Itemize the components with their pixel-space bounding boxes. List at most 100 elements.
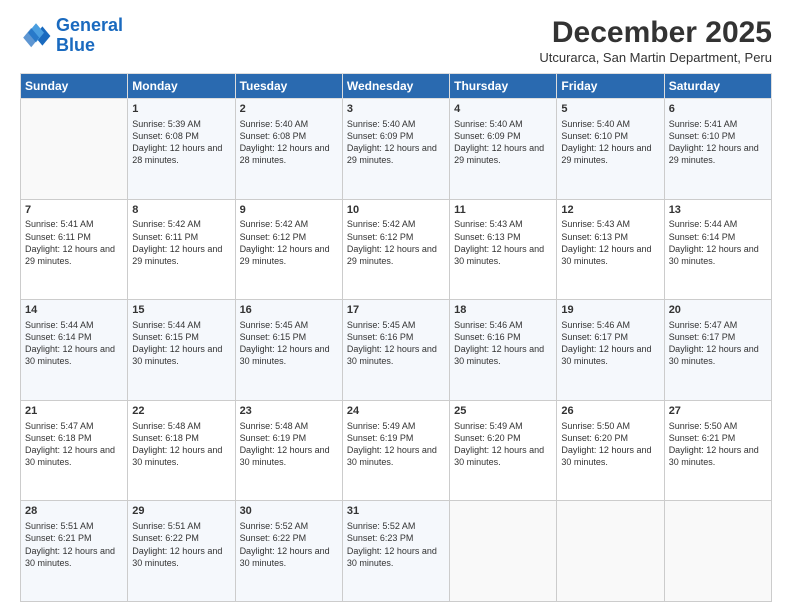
logo-text: General Blue <box>56 16 123 56</box>
day-info: Sunrise: 5:44 AM Sunset: 6:15 PM Dayligh… <box>132 319 230 368</box>
calendar-table: Sunday Monday Tuesday Wednesday Thursday… <box>20 73 772 602</box>
day-number: 21 <box>25 404 123 419</box>
day-number: 29 <box>132 504 230 519</box>
day-info: Sunrise: 5:48 AM Sunset: 6:19 PM Dayligh… <box>240 420 338 469</box>
day-info: Sunrise: 5:52 AM Sunset: 6:22 PM Dayligh… <box>240 520 338 569</box>
day-info: Sunrise: 5:39 AM Sunset: 6:08 PM Dayligh… <box>132 118 230 167</box>
table-row <box>21 99 128 200</box>
day-info: Sunrise: 5:45 AM Sunset: 6:15 PM Dayligh… <box>240 319 338 368</box>
table-row: 11Sunrise: 5:43 AM Sunset: 6:13 PM Dayli… <box>450 199 557 300</box>
day-info: Sunrise: 5:47 AM Sunset: 6:18 PM Dayligh… <box>25 420 123 469</box>
col-tuesday: Tuesday <box>235 74 342 99</box>
table-row: 4Sunrise: 5:40 AM Sunset: 6:09 PM Daylig… <box>450 99 557 200</box>
table-row: 2Sunrise: 5:40 AM Sunset: 6:08 PM Daylig… <box>235 99 342 200</box>
day-number: 27 <box>669 404 767 419</box>
col-friday: Friday <box>557 74 664 99</box>
day-number: 11 <box>454 203 552 218</box>
location-title: Utcurarca, San Martin Department, Peru <box>539 50 772 65</box>
day-info: Sunrise: 5:42 AM Sunset: 6:11 PM Dayligh… <box>132 218 230 267</box>
day-number: 19 <box>561 303 659 318</box>
table-row: 27Sunrise: 5:50 AM Sunset: 6:21 PM Dayli… <box>664 400 771 501</box>
table-row: 12Sunrise: 5:43 AM Sunset: 6:13 PM Dayli… <box>557 199 664 300</box>
day-number: 2 <box>240 102 338 117</box>
day-number: 31 <box>347 504 445 519</box>
page: General Blue December 2025 Utcurarca, Sa… <box>0 0 792 612</box>
calendar-week-row: 28Sunrise: 5:51 AM Sunset: 6:21 PM Dayli… <box>21 501 772 602</box>
day-number: 24 <box>347 404 445 419</box>
table-row: 25Sunrise: 5:49 AM Sunset: 6:20 PM Dayli… <box>450 400 557 501</box>
day-number: 6 <box>669 102 767 117</box>
day-number: 10 <box>347 203 445 218</box>
day-number: 4 <box>454 102 552 117</box>
day-info: Sunrise: 5:46 AM Sunset: 6:16 PM Dayligh… <box>454 319 552 368</box>
logo: General Blue <box>20 16 123 56</box>
logo-icon <box>20 20 52 52</box>
day-info: Sunrise: 5:46 AM Sunset: 6:17 PM Dayligh… <box>561 319 659 368</box>
day-number: 17 <box>347 303 445 318</box>
day-info: Sunrise: 5:47 AM Sunset: 6:17 PM Dayligh… <box>669 319 767 368</box>
table-row: 15Sunrise: 5:44 AM Sunset: 6:15 PM Dayli… <box>128 300 235 401</box>
day-number: 13 <box>669 203 767 218</box>
table-row: 21Sunrise: 5:47 AM Sunset: 6:18 PM Dayli… <box>21 400 128 501</box>
day-number: 16 <box>240 303 338 318</box>
day-info: Sunrise: 5:50 AM Sunset: 6:21 PM Dayligh… <box>669 420 767 469</box>
table-row: 23Sunrise: 5:48 AM Sunset: 6:19 PM Dayli… <box>235 400 342 501</box>
table-row: 14Sunrise: 5:44 AM Sunset: 6:14 PM Dayli… <box>21 300 128 401</box>
day-number: 7 <box>25 203 123 218</box>
col-saturday: Saturday <box>664 74 771 99</box>
day-info: Sunrise: 5:41 AM Sunset: 6:10 PM Dayligh… <box>669 118 767 167</box>
day-number: 15 <box>132 303 230 318</box>
calendar-week-row: 21Sunrise: 5:47 AM Sunset: 6:18 PM Dayli… <box>21 400 772 501</box>
table-row: 16Sunrise: 5:45 AM Sunset: 6:15 PM Dayli… <box>235 300 342 401</box>
day-number: 12 <box>561 203 659 218</box>
day-info: Sunrise: 5:51 AM Sunset: 6:21 PM Dayligh… <box>25 520 123 569</box>
day-info: Sunrise: 5:40 AM Sunset: 6:10 PM Dayligh… <box>561 118 659 167</box>
table-row: 1Sunrise: 5:39 AM Sunset: 6:08 PM Daylig… <box>128 99 235 200</box>
table-row: 24Sunrise: 5:49 AM Sunset: 6:19 PM Dayli… <box>342 400 449 501</box>
col-thursday: Thursday <box>450 74 557 99</box>
table-row: 10Sunrise: 5:42 AM Sunset: 6:12 PM Dayli… <box>342 199 449 300</box>
day-info: Sunrise: 5:42 AM Sunset: 6:12 PM Dayligh… <box>240 218 338 267</box>
day-info: Sunrise: 5:51 AM Sunset: 6:22 PM Dayligh… <box>132 520 230 569</box>
day-number: 20 <box>669 303 767 318</box>
table-row: 8Sunrise: 5:42 AM Sunset: 6:11 PM Daylig… <box>128 199 235 300</box>
table-row: 18Sunrise: 5:46 AM Sunset: 6:16 PM Dayli… <box>450 300 557 401</box>
day-info: Sunrise: 5:48 AM Sunset: 6:18 PM Dayligh… <box>132 420 230 469</box>
day-number: 25 <box>454 404 552 419</box>
day-info: Sunrise: 5:50 AM Sunset: 6:20 PM Dayligh… <box>561 420 659 469</box>
table-row: 26Sunrise: 5:50 AM Sunset: 6:20 PM Dayli… <box>557 400 664 501</box>
day-info: Sunrise: 5:43 AM Sunset: 6:13 PM Dayligh… <box>454 218 552 267</box>
table-row: 9Sunrise: 5:42 AM Sunset: 6:12 PM Daylig… <box>235 199 342 300</box>
calendar-week-row: 14Sunrise: 5:44 AM Sunset: 6:14 PM Dayli… <box>21 300 772 401</box>
day-number: 5 <box>561 102 659 117</box>
col-monday: Monday <box>128 74 235 99</box>
day-info: Sunrise: 5:40 AM Sunset: 6:08 PM Dayligh… <box>240 118 338 167</box>
table-row <box>450 501 557 602</box>
table-row: 29Sunrise: 5:51 AM Sunset: 6:22 PM Dayli… <box>128 501 235 602</box>
day-info: Sunrise: 5:49 AM Sunset: 6:20 PM Dayligh… <box>454 420 552 469</box>
table-row: 17Sunrise: 5:45 AM Sunset: 6:16 PM Dayli… <box>342 300 449 401</box>
month-title: December 2025 <box>539 16 772 50</box>
logo-line2: Blue <box>56 35 95 55</box>
day-info: Sunrise: 5:40 AM Sunset: 6:09 PM Dayligh… <box>454 118 552 167</box>
day-number: 3 <box>347 102 445 117</box>
day-number: 18 <box>454 303 552 318</box>
table-row <box>557 501 664 602</box>
day-info: Sunrise: 5:42 AM Sunset: 6:12 PM Dayligh… <box>347 218 445 267</box>
day-info: Sunrise: 5:41 AM Sunset: 6:11 PM Dayligh… <box>25 218 123 267</box>
day-number: 30 <box>240 504 338 519</box>
table-row: 5Sunrise: 5:40 AM Sunset: 6:10 PM Daylig… <box>557 99 664 200</box>
table-row: 13Sunrise: 5:44 AM Sunset: 6:14 PM Dayli… <box>664 199 771 300</box>
day-info: Sunrise: 5:40 AM Sunset: 6:09 PM Dayligh… <box>347 118 445 167</box>
table-row: 31Sunrise: 5:52 AM Sunset: 6:23 PM Dayli… <box>342 501 449 602</box>
day-number: 22 <box>132 404 230 419</box>
logo-line1: General <box>56 15 123 35</box>
table-row: 6Sunrise: 5:41 AM Sunset: 6:10 PM Daylig… <box>664 99 771 200</box>
calendar-week-row: 7Sunrise: 5:41 AM Sunset: 6:11 PM Daylig… <box>21 199 772 300</box>
day-info: Sunrise: 5:45 AM Sunset: 6:16 PM Dayligh… <box>347 319 445 368</box>
day-number: 9 <box>240 203 338 218</box>
header: General Blue December 2025 Utcurarca, Sa… <box>20 16 772 65</box>
day-info: Sunrise: 5:49 AM Sunset: 6:19 PM Dayligh… <box>347 420 445 469</box>
table-row <box>664 501 771 602</box>
day-number: 28 <box>25 504 123 519</box>
